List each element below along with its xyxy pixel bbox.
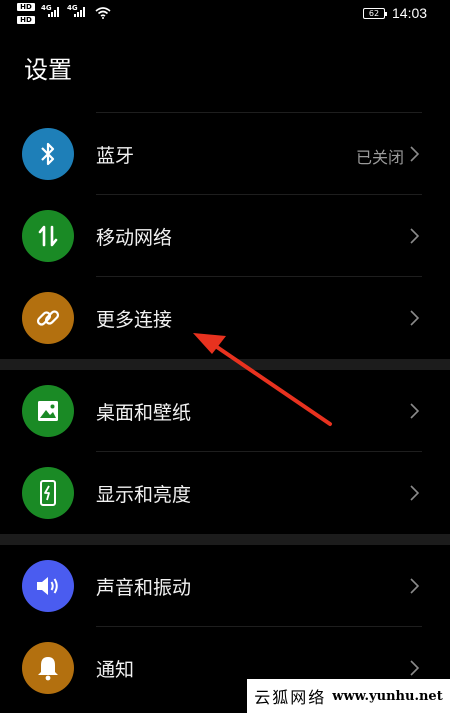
clock: 14:03 xyxy=(392,5,428,21)
hd-badge: HD xyxy=(17,3,35,11)
settings-item-display-brightness[interactable]: 显示和亮度 xyxy=(0,452,450,534)
mobile-data-icon xyxy=(22,210,74,262)
chevron-right-icon xyxy=(410,146,420,162)
settings-item-home-wallpaper[interactable]: 桌面和壁纸 xyxy=(0,370,450,452)
watermark-url: www.yunhu.net xyxy=(332,688,443,704)
section-separator xyxy=(0,534,450,545)
settings-item-label: 更多连接 xyxy=(96,309,173,331)
section-separator xyxy=(0,359,450,370)
settings-item-sound-vibration[interactable]: 声音和振动 xyxy=(0,545,450,627)
settings-group-display: 桌面和壁纸 显示和亮度 xyxy=(0,370,450,534)
signal-strength-icon xyxy=(48,7,59,17)
chevron-right-icon xyxy=(410,228,420,244)
page-title: 设置 xyxy=(24,56,72,84)
settings-item-more-connections[interactable]: 更多连接 xyxy=(0,277,450,359)
bluetooth-icon xyxy=(22,128,74,180)
watermark-text: 云狐网络 xyxy=(254,688,327,707)
settings-item-label: 显示和亮度 xyxy=(96,484,192,506)
settings-item-label: 声音和振动 xyxy=(96,577,192,599)
chevron-right-icon xyxy=(410,485,420,501)
bell-icon xyxy=(22,642,74,694)
settings-item-mobile-network[interactable]: 移动网络 xyxy=(0,195,450,277)
wifi-icon xyxy=(95,7,111,19)
settings-item-label: 通知 xyxy=(96,659,135,681)
status-bar: HD HD 4G 4G 62 14:03 xyxy=(0,0,450,30)
settings-item-label: 移动网络 xyxy=(96,227,173,249)
signal-strength-icon xyxy=(74,7,85,17)
link-icon xyxy=(22,292,74,344)
status-value: 已关闭 xyxy=(355,148,404,167)
battery-icon: 62 xyxy=(363,8,387,19)
chevron-right-icon xyxy=(410,310,420,326)
settings-group-connectivity: 蓝牙 已关闭 移动网络 更多连接 xyxy=(0,113,450,359)
display-brightness-icon xyxy=(22,467,74,519)
chevron-right-icon xyxy=(410,578,420,594)
chevron-right-icon xyxy=(410,660,420,676)
settings-item-bluetooth[interactable]: 蓝牙 已关闭 xyxy=(0,113,450,195)
settings-item-label: 蓝牙 xyxy=(96,145,135,167)
settings-item-label: 桌面和壁纸 xyxy=(96,402,192,424)
wallpaper-icon xyxy=(22,385,74,437)
signal-indicators: HD HD 4G 4G xyxy=(17,3,117,27)
chevron-right-icon xyxy=(410,403,420,419)
speaker-icon xyxy=(22,560,74,612)
hd-badge: HD xyxy=(17,16,35,24)
watermark: 云狐网络 www.yunhu.net xyxy=(247,679,450,713)
